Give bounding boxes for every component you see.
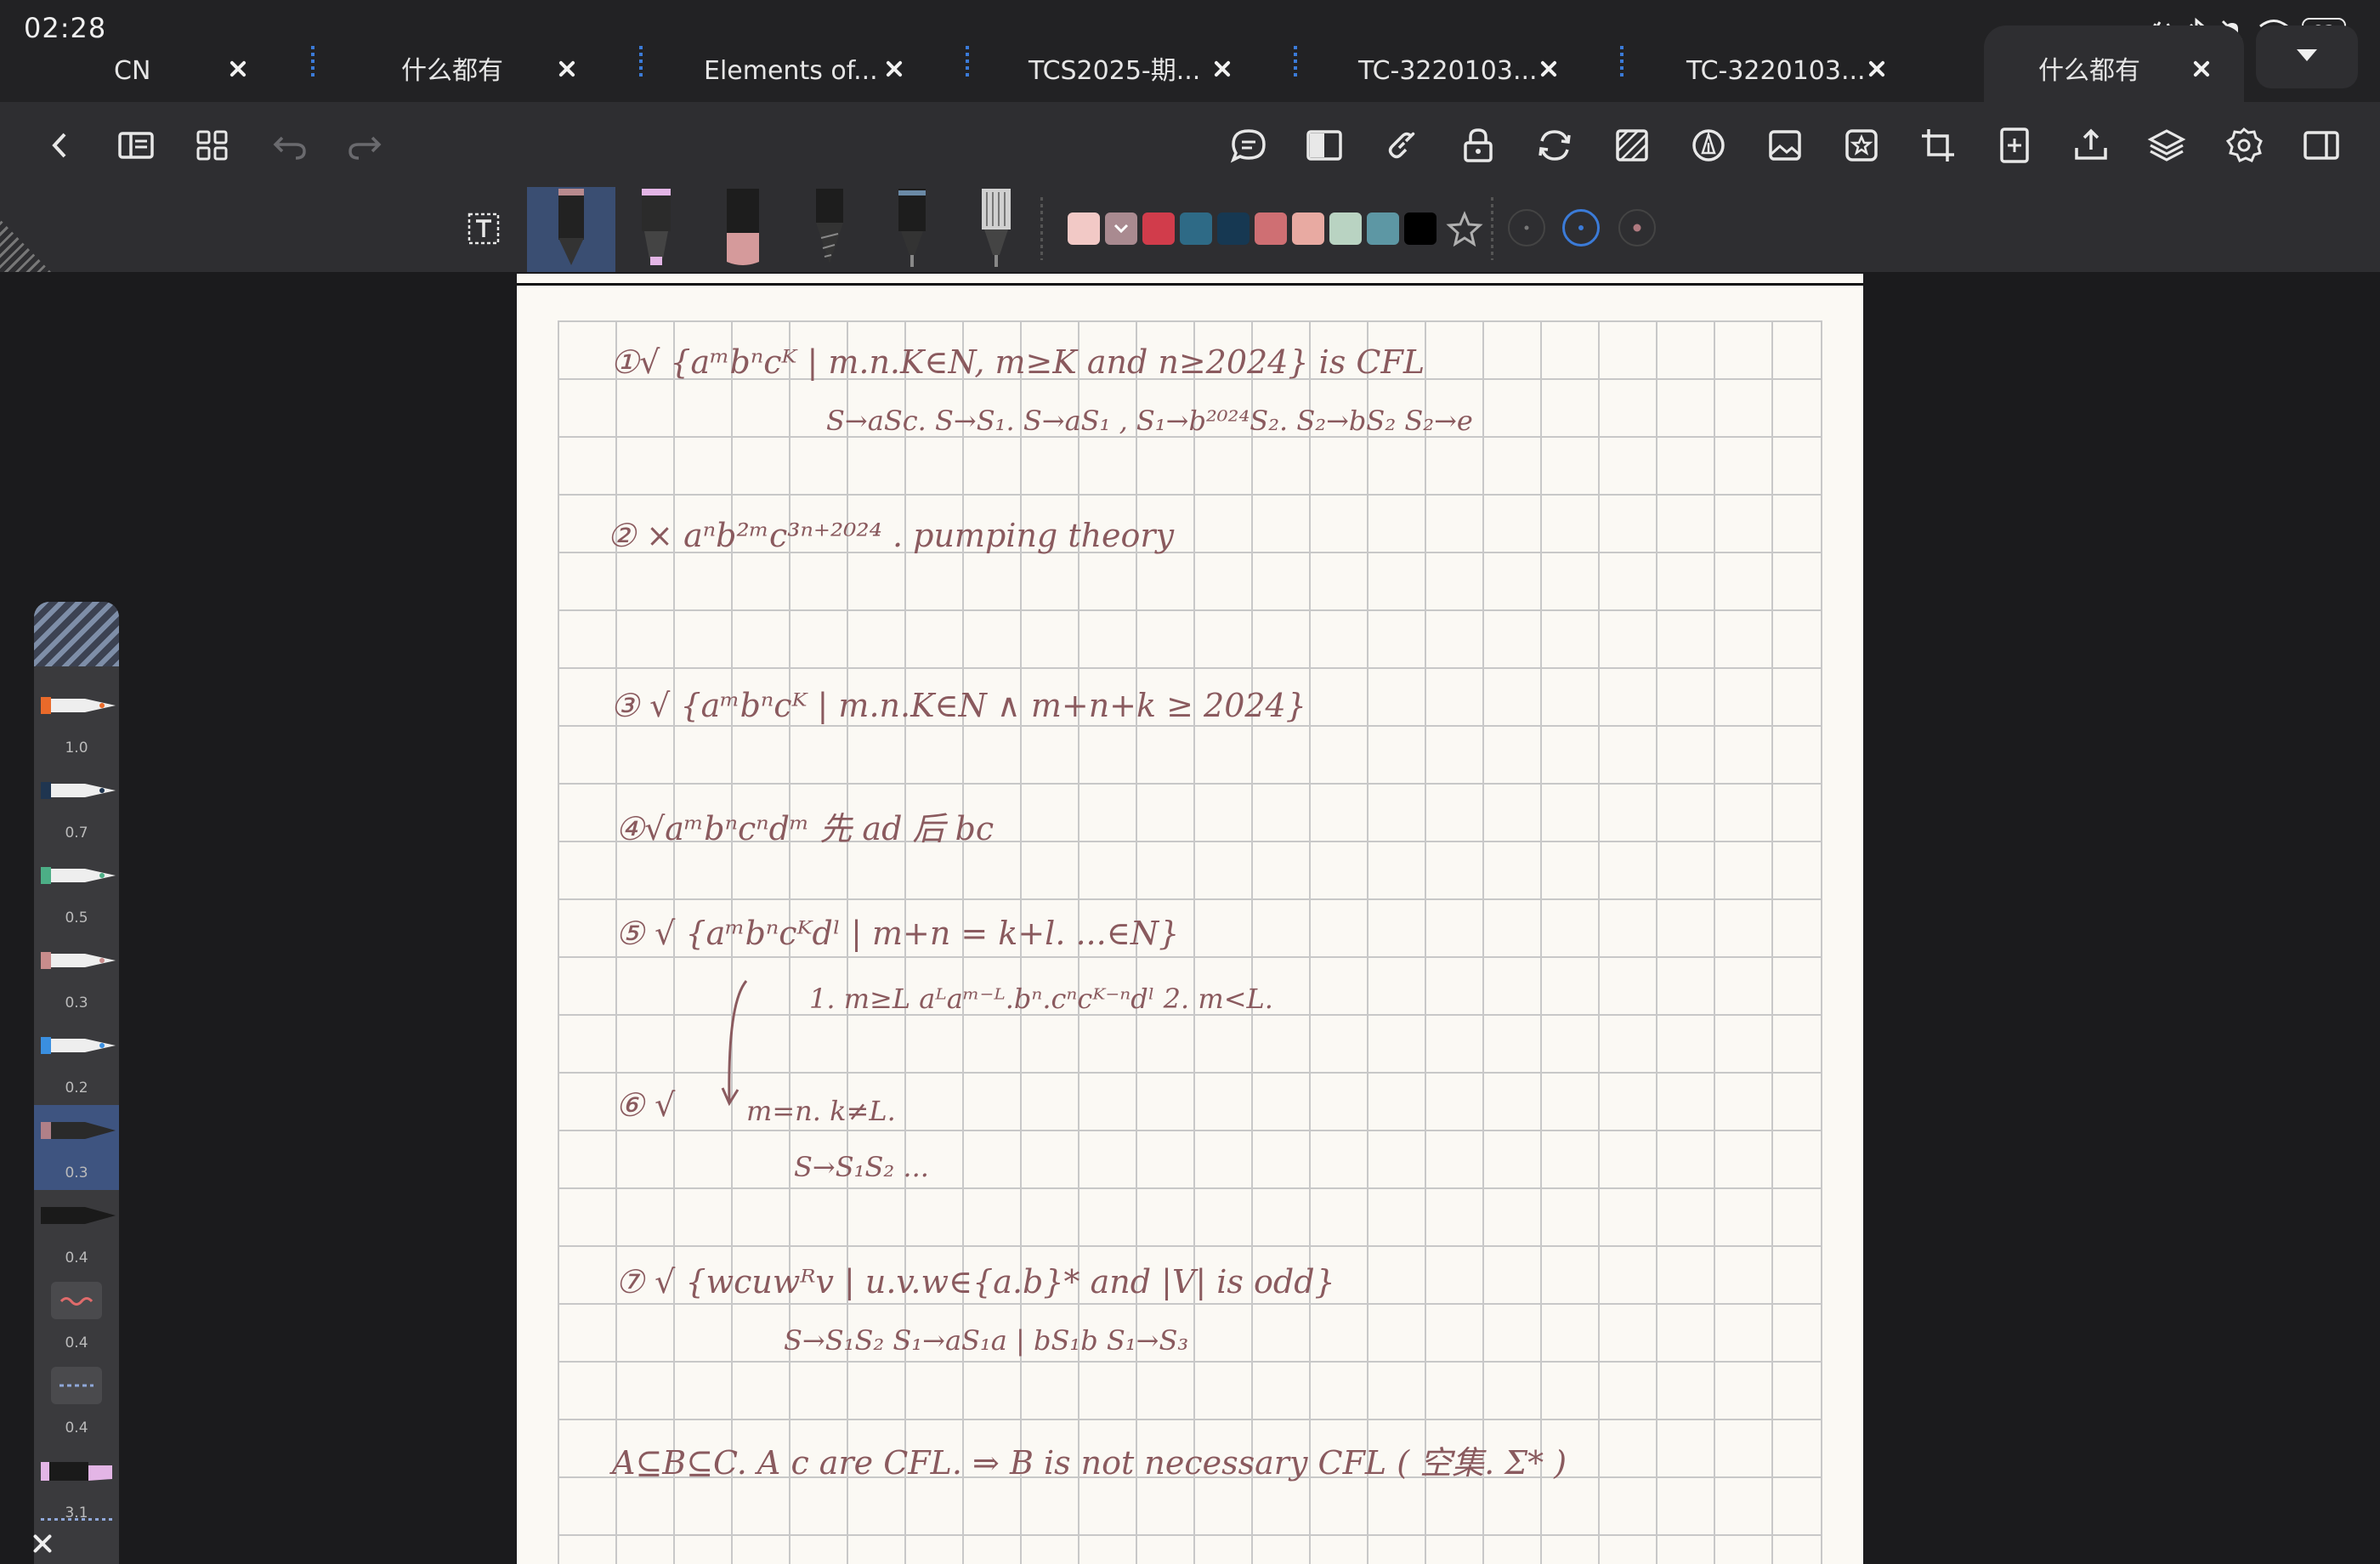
favorite-pen-rose[interactable]: 0.3 <box>34 935 119 1020</box>
favorite-pen-green[interactable]: 0.5 <box>34 850 119 935</box>
crop-icon[interactable] <box>1917 124 1959 167</box>
favorite-pen-orange[interactable]: 1.0 <box>34 680 119 765</box>
pencil-icon <box>816 189 843 264</box>
lock-icon[interactable] <box>1457 124 1499 167</box>
tab-notes[interactable]: 什么都有 <box>401 53 503 90</box>
tab-tc-2[interactable]: TC-3220103... <box>1686 53 1866 90</box>
tab-divider <box>1620 46 1624 80</box>
color-swatch-red[interactable] <box>1142 212 1175 245</box>
note-line-2: S→aSc. S→S₁. S→aS₁ , S₁→b²⁰²⁴S₂. S₂→bS₂ … <box>826 405 1473 437</box>
note-line-12: S→S₁S₂ S₁→aS₁a | bS₁b S₁→S₃ <box>784 1324 1189 1357</box>
link-icon[interactable] <box>1380 124 1423 167</box>
favorite-wavy-line[interactable]: 0.4 <box>34 1275 119 1360</box>
chevron-down-icon <box>1114 224 1129 234</box>
pen-mode-icon[interactable] <box>1687 124 1730 167</box>
marker-icon <box>642 189 671 265</box>
image-icon[interactable] <box>1764 124 1806 167</box>
tab-notes-active[interactable]: 什么都有 <box>2038 53 2140 90</box>
color-swatch-selected[interactable] <box>1105 212 1137 245</box>
undo-icon[interactable] <box>269 124 311 167</box>
note-line-4: ③ √ {aᵐbⁿcᴷ | m.n.K∈N ∧ m+n+k ≥ 2024} <box>610 687 1306 724</box>
favorite-pen-black[interactable]: 0.4 <box>34 1190 119 1275</box>
settings-icon[interactable] <box>2223 124 2265 167</box>
tab-tcs2025[interactable]: TCS2025-期... <box>1028 53 1200 90</box>
tabs-more-button[interactable] <box>2256 26 2358 88</box>
note-line-3: ② × aⁿb²ᵐc³ⁿ⁺²⁰²⁴ . pumping theory <box>607 517 1175 554</box>
note-line-9: m=n. k≠L. <box>746 1095 896 1127</box>
tab-divider <box>311 46 314 80</box>
stroke-size-large[interactable] <box>1618 209 1656 246</box>
color-swatch-rose[interactable] <box>1255 212 1287 245</box>
chevron-down-icon <box>2297 49 2317 61</box>
note-line-11: ⑦ √ {wcuwᴿv | u.v.w∈{a.b}* and |V| is od… <box>615 1263 1335 1300</box>
tab-divider <box>966 46 969 80</box>
close-favorites-icon[interactable] <box>29 1530 56 1557</box>
ballpoint-pen-icon <box>898 189 926 267</box>
favorite-dashed-line[interactable]: 0.4 <box>34 1360 119 1445</box>
close-tab-icon[interactable] <box>2184 51 2218 85</box>
add-page-icon[interactable] <box>1993 124 2036 167</box>
sidebar-icon[interactable] <box>115 124 157 167</box>
comment-icon[interactable] <box>1227 124 1270 167</box>
redo-icon[interactable] <box>343 124 386 167</box>
pen-favorites-panel: 1.0 0.7 0.5 0.3 0.2 0.3 0.4 0.4 0.4 3.1 <box>34 602 119 1564</box>
star-icon[interactable] <box>1443 207 1486 250</box>
pen-tools[interactable] <box>527 187 1037 272</box>
close-tab-icon[interactable] <box>1532 51 1566 85</box>
status-time: 02:28 <box>24 12 107 44</box>
fountain-pen-icon <box>558 189 584 265</box>
favorite-pen-blue[interactable]: 0.2 <box>34 1020 119 1105</box>
stroke-size-medium[interactable] <box>1562 209 1600 246</box>
color-swatch-navy[interactable] <box>1217 212 1250 245</box>
arrow-annotation <box>721 980 748 1107</box>
note-line-13: A⊆B⊆C. A c are CFL. ⇒ B is not necessary… <box>612 1444 1567 1482</box>
note-line-8: ⑥ √ <box>615 1086 676 1124</box>
color-swatch-mint[interactable] <box>1329 212 1362 245</box>
grid-icon[interactable] <box>191 124 234 167</box>
tab-divider <box>639 46 643 80</box>
sync-icon[interactable] <box>1533 124 1576 167</box>
sticker-icon[interactable] <box>1840 124 1883 167</box>
eraser-pen-icon <box>982 189 1011 267</box>
close-tab-icon[interactable] <box>1205 51 1239 85</box>
note-line-5: ④√aᵐbⁿcⁿdᵐ 先 ad 后 bc <box>615 810 994 847</box>
close-tab-icon[interactable] <box>877 51 911 85</box>
pen-bar-divider <box>1491 197 1493 260</box>
close-tab-icon[interactable] <box>221 51 255 85</box>
color-swatch-blue-green[interactable] <box>1367 212 1399 245</box>
close-tab-icon[interactable] <box>1860 51 1894 85</box>
back-icon[interactable] <box>39 124 82 167</box>
tab-cn[interactable]: CN <box>114 53 150 90</box>
favorite-highlighter[interactable]: 3.1 <box>34 1445 119 1530</box>
close-tab-icon[interactable] <box>550 51 584 85</box>
color-swatch-teal[interactable] <box>1180 212 1212 245</box>
export-icon[interactable] <box>2070 124 2112 167</box>
note-line-6: ⑤ √ {aᵐbⁿcᴷdˡ | m+n = k+l. ...∈N} <box>615 915 1180 952</box>
pen-bar-divider <box>1040 197 1043 260</box>
highlighter-icon <box>727 189 759 265</box>
tab-tc-1[interactable]: TC-3220103... <box>1358 53 1538 90</box>
favorites-divider <box>41 1518 112 1521</box>
stroke-size-small[interactable] <box>1508 209 1545 246</box>
color-swatch-peach[interactable] <box>1292 212 1324 245</box>
page-split-icon[interactable] <box>1303 124 1346 167</box>
page-top-edge <box>517 283 1863 286</box>
tab-elements[interactable]: Elements of... <box>704 53 878 90</box>
favorite-pen-navy[interactable]: 0.7 <box>34 765 119 850</box>
favorite-pen-selected[interactable]: 0.3 <box>34 1105 119 1190</box>
color-swatch-pink[interactable] <box>1068 212 1100 245</box>
color-swatch-black[interactable] <box>1404 212 1436 245</box>
panel-right-icon[interactable] <box>2300 124 2343 167</box>
note-line-7: 1. m≥L aᴸaᵐ⁻ᴸ.bⁿ.cⁿcᴷ⁻ⁿdˡ 2. m<L. <box>809 983 1273 1015</box>
tab-divider <box>1294 46 1297 80</box>
note-line-10: S→S₁S₂ ... <box>794 1151 929 1183</box>
favorites-header <box>34 602 119 666</box>
texture-icon[interactable] <box>1611 124 1653 167</box>
text-box-icon[interactable] <box>462 207 505 250</box>
layers-icon[interactable] <box>2145 124 2188 167</box>
note-line-1: ①√ {aᵐbⁿcᴷ | m.n.K∈N, m≥K and n≥2024} is… <box>610 343 1425 381</box>
